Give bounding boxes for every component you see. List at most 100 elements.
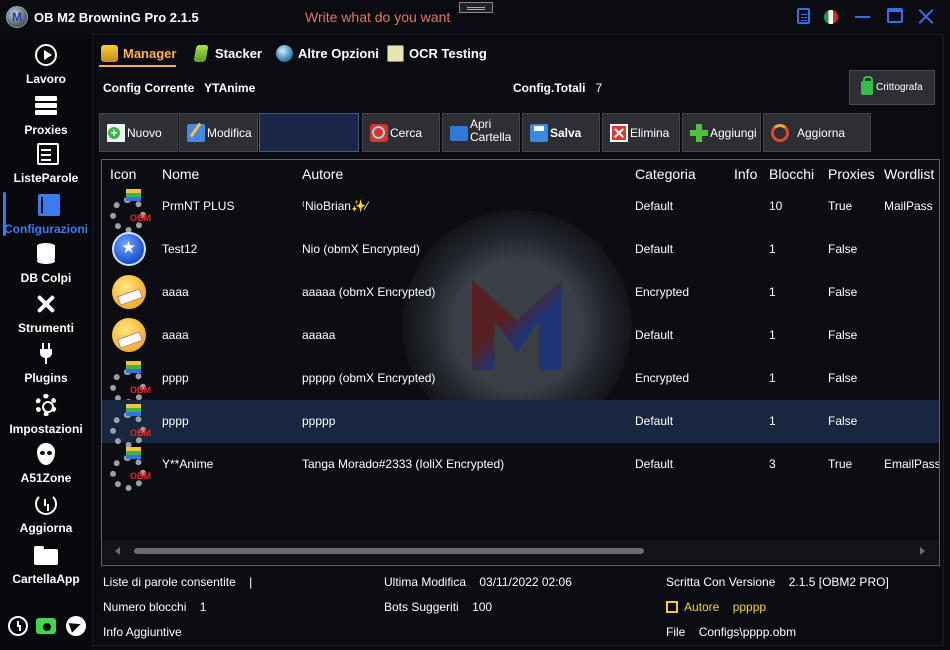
list-icon — [37, 143, 59, 165]
current-config: Config Corrente YTAnime — [103, 81, 255, 95]
table-row[interactable]: PrmNT PLUS ⁽NioBrian✨⁄ Default 10 True M… — [102, 185, 939, 233]
sidebar-item-lavoro[interactable]: Lavoro — [0, 38, 92, 88]
blocks-label: Numero blocchi — [103, 600, 187, 614]
tab-stacker[interactable]: Stacker — [191, 41, 262, 67]
sidebar-item-configurazioni[interactable]: Configurazioni — [0, 188, 92, 238]
folder-icon — [450, 126, 468, 141]
telegram-icon[interactable] — [66, 616, 86, 636]
bots-value: 100 — [472, 600, 493, 614]
col-header-blocks[interactable]: Blocchi — [769, 166, 814, 182]
col-header-info[interactable]: Info — [734, 166, 757, 182]
col-header-proxies[interactable]: Proxies — [828, 166, 875, 182]
tab-manager[interactable]: Manager — [99, 41, 177, 67]
edit-button[interactable]: Modifica — [179, 113, 258, 152]
table-row[interactable]: Y**Anime Tanga Morado#2333 (IoliX Encryp… — [102, 443, 939, 491]
col-header-category[interactable]: Categoria — [635, 166, 696, 182]
scroll-right-icon[interactable] — [920, 547, 925, 555]
refresh-button[interactable]: Aggiorna — [763, 113, 871, 152]
cell-blocks: 1 — [769, 328, 776, 342]
sidebar-item-cartellaapp[interactable]: CartellaApp — [0, 538, 92, 588]
blocks-value: 1 — [199, 600, 207, 614]
col-header-author[interactable]: Autore — [302, 166, 343, 182]
sidebar-item-listeparole[interactable]: ListeParole — [0, 137, 92, 187]
sidebar-item-plugins[interactable]: Plugins — [0, 337, 92, 387]
cell-category: Default — [635, 242, 674, 256]
open-folder-button[interactable]: Apri Cartella — [442, 113, 520, 152]
sidebar: Lavoro Proxies ListeParole Configurazion… — [0, 34, 92, 650]
minimize-icon[interactable] — [854, 8, 872, 26]
horizontal-scrollbar[interactable] — [102, 540, 939, 564]
sidebar-item-strumenti[interactable]: Strumenti — [0, 287, 92, 337]
cell-author: ppppp (obmX Encrypted) — [302, 371, 436, 385]
cell-blocks: 1 — [769, 285, 776, 299]
col-header-name[interactable]: Nome — [162, 166, 199, 182]
edit-icon — [187, 124, 205, 142]
table-row[interactable]: pppp ppppp (obmX Encrypted) Encrypted 1 … — [102, 357, 939, 405]
cell-blocks: 1 — [769, 414, 776, 428]
search-input[interactable]: Write what do you want — [305, 9, 450, 25]
tab-bar: Manager Stacker Altre Opzioni OCR Testin… — [99, 41, 939, 67]
current-config-value: YTAnime — [204, 81, 256, 95]
tab-ocr-testing[interactable]: OCR Testing — [385, 41, 487, 67]
scroll-left-icon[interactable] — [115, 547, 120, 555]
extra-info-label: Info Aggiuntive — [103, 625, 182, 639]
history-icon[interactable] — [8, 616, 28, 636]
obm-gear-icon — [110, 189, 151, 233]
stacker-icon — [193, 45, 209, 62]
new-button[interactable]: Nuovo — [99, 113, 178, 152]
tab-altre-opzioni[interactable]: Altre Opzioni — [274, 41, 379, 67]
cell-name: aaaa — [162, 328, 189, 342]
cell-name: PrmNT PLUS — [162, 199, 235, 213]
document-icon[interactable] — [797, 8, 810, 24]
manager-icon — [101, 45, 118, 62]
drag-handle-icon[interactable] — [459, 2, 493, 13]
cell-proxies: False — [828, 285, 858, 299]
cell-name: pppp — [162, 414, 189, 428]
open-folder-label-line1: Apri — [470, 117, 492, 131]
save-icon — [530, 124, 548, 142]
delete-button[interactable]: Elimina — [602, 113, 680, 152]
blank-selector-button[interactable] — [259, 113, 359, 152]
sidebar-item-aggiorna[interactable]: Aggiorna — [0, 487, 92, 537]
cell-proxies: True — [828, 457, 853, 471]
cell-category: Encrypted — [635, 285, 690, 299]
table-row[interactable]: aaaa aaaaa (obmX Encrypted) Encrypted 1 … — [102, 271, 939, 314]
lock-icon — [861, 76, 873, 95]
new-button-label: Nuovo — [127, 126, 162, 140]
col-header-icon[interactable]: Icon — [110, 166, 136, 182]
add-button[interactable]: Aggiungi — [682, 113, 761, 152]
scrollbar-thumb[interactable] — [134, 548, 644, 554]
sidebar-item-impostazioni[interactable]: Impostazioni — [0, 388, 92, 438]
total-configs: Config.Totali 7 — [513, 81, 602, 95]
sidebar-item-a51zone[interactable]: A51Zone — [0, 437, 92, 487]
close-icon[interactable] — [917, 8, 935, 26]
maximize-icon[interactable] — [887, 8, 903, 23]
italian-flag-icon[interactable] — [824, 10, 838, 24]
total-configs-label: Config.Totali — [513, 81, 586, 95]
col-header-wordlist[interactable]: Wordlist — [884, 166, 934, 182]
cell-proxies: False — [828, 242, 858, 256]
cell-author: Nio (obmX Encrypted) — [302, 242, 421, 256]
tools-icon — [35, 293, 57, 315]
table-row-selected[interactable]: pppp ppppp Default 1 False — [102, 400, 939, 448]
globe-icon — [276, 45, 293, 62]
bots-label: Bots Suggeriti — [384, 600, 459, 614]
main-panel: Manager Stacker Altre Opzioni OCR Testin… — [92, 34, 944, 646]
encrypt-button[interactable]: Crittografa — [849, 70, 935, 105]
search-button-label: Cerca — [390, 126, 423, 140]
cell-category: Encrypted — [635, 371, 690, 385]
open-folder-label-line2: Cartella — [470, 130, 512, 144]
sidebar-item-db-colpi[interactable]: DB Colpi — [0, 237, 92, 287]
table-row[interactable]: Test12 Nio (obmX Encrypted) Default 1 Fa… — [102, 228, 939, 271]
save-button[interactable]: Salva — [522, 113, 600, 152]
sidebar-item-proxies[interactable]: Proxies — [0, 89, 92, 139]
sidebar-item-label: Strumenti — [17, 321, 74, 335]
obm-gear-icon — [110, 447, 151, 491]
refresh-button-label: Aggiorna — [797, 126, 846, 140]
cell-category: Default — [635, 414, 674, 428]
camera-icon[interactable] — [36, 618, 56, 634]
table-row[interactable]: aaaa aaaaa Default 1 False — [102, 314, 939, 357]
search-button[interactable]: Cerca — [362, 113, 440, 152]
cell-name: Y**Anime — [162, 457, 214, 471]
extra-info: Info Aggiuntive — [103, 625, 182, 639]
